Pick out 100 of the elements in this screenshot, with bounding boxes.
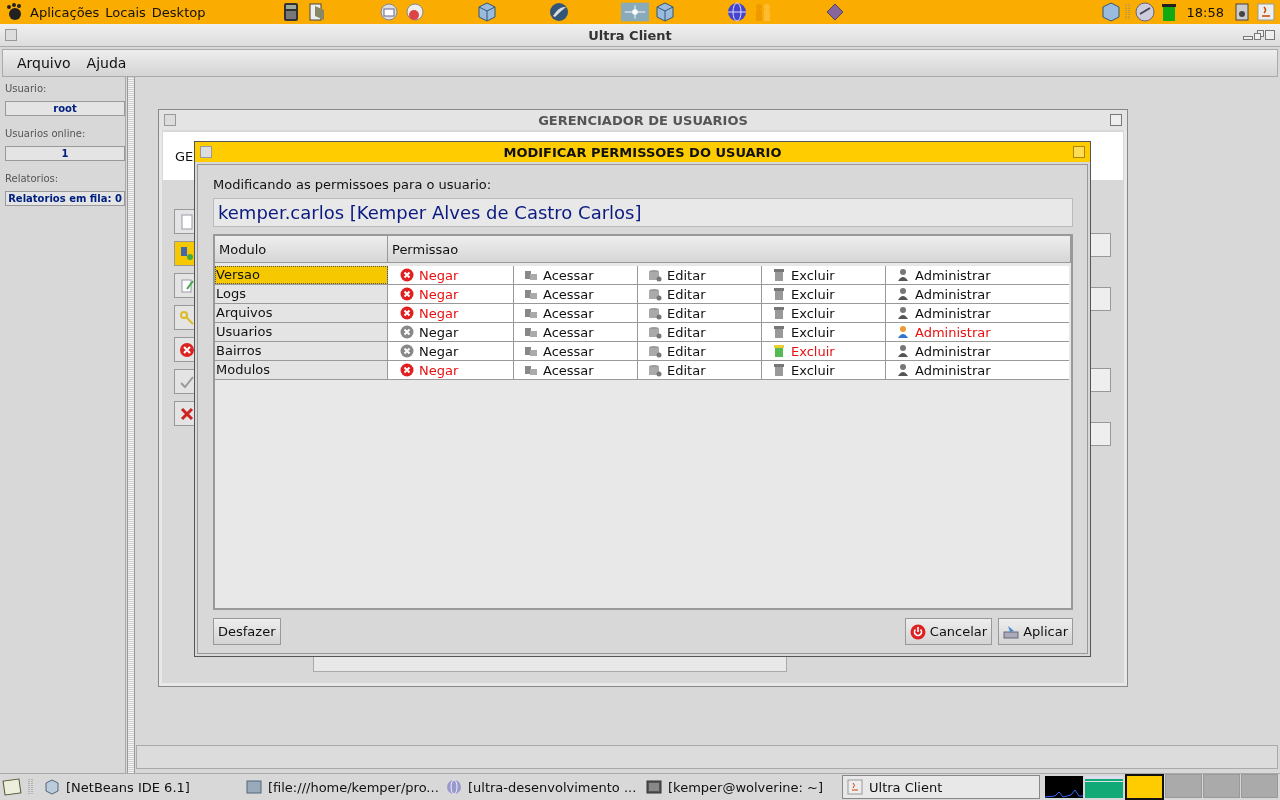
permission-option[interactable]: Excluir bbox=[772, 304, 886, 322]
permission-option[interactable]: Negar bbox=[400, 342, 514, 360]
cube-icon[interactable] bbox=[1100, 2, 1121, 22]
permission-option[interactable]: Administrar bbox=[896, 266, 1009, 284]
person-icon bbox=[896, 325, 910, 339]
cross-icon bbox=[179, 405, 195, 422]
taskbar-item[interactable]: [ultra-desenvolvimento ... bbox=[442, 775, 640, 799]
trash-icon bbox=[772, 344, 786, 358]
permission-option[interactable]: Acessar bbox=[524, 323, 638, 341]
column-header[interactable]: Modulo bbox=[215, 236, 388, 262]
bird-icon[interactable] bbox=[549, 2, 570, 22]
permission-option[interactable]: Negar bbox=[400, 304, 514, 322]
window-title: GERENCIADOR DE USUARIOS bbox=[537, 112, 749, 128]
table-cell[interactable]: Bairros bbox=[215, 342, 388, 360]
foot-icon[interactable] bbox=[4, 2, 24, 22]
permission-option[interactable]: Editar bbox=[648, 342, 762, 360]
speaker-icon[interactable] bbox=[1232, 2, 1252, 22]
table-cell[interactable]: Arquivos bbox=[215, 304, 388, 322]
cube-icon[interactable] bbox=[655, 2, 676, 22]
prompt-text: Modificando as permissoes para o usuario: bbox=[213, 177, 493, 192]
maximize-icon[interactable] bbox=[1110, 114, 1122, 126]
table-cell[interactable]: Logs bbox=[215, 285, 388, 303]
globe-icon bbox=[446, 779, 462, 795]
permission-option[interactable]: Negar bbox=[400, 285, 514, 303]
person-icon bbox=[896, 287, 910, 301]
clock[interactable]: 18:58 bbox=[1186, 4, 1224, 20]
computer-icon bbox=[524, 363, 538, 377]
monitor-icon[interactable] bbox=[1134, 2, 1155, 22]
permission-option[interactable]: Editar bbox=[648, 323, 762, 341]
disc-icon[interactable] bbox=[405, 2, 426, 22]
x-circle-icon bbox=[179, 341, 195, 358]
sidebar-label: Relatorios: bbox=[5, 173, 60, 186]
sidebar-label: Usuarios online: bbox=[5, 128, 87, 141]
table-cell[interactable]: Versao bbox=[215, 266, 388, 284]
permission-option[interactable]: Acessar bbox=[524, 266, 638, 284]
computer-icon bbox=[524, 306, 538, 320]
dialog-button[interactable]: Aplicar bbox=[998, 618, 1073, 645]
dialog-button[interactable]: Desfazer bbox=[213, 618, 281, 645]
tray-icon bbox=[1003, 623, 1020, 640]
restore-icon[interactable] bbox=[1254, 30, 1264, 40]
menu-item[interactable]: Arquivo bbox=[11, 55, 77, 71]
permission-option[interactable]: Negar bbox=[400, 323, 514, 341]
power-icon bbox=[909, 623, 926, 640]
permission-option[interactable]: Acessar bbox=[524, 304, 638, 322]
permission-option[interactable]: Acessar bbox=[524, 361, 638, 379]
panel-menu[interactable]: Aplicações bbox=[30, 4, 100, 20]
maximize-icon[interactable] bbox=[1073, 146, 1085, 158]
permission-option[interactable]: Excluir bbox=[772, 323, 886, 341]
taskbar-item[interactable]: Ultra Client bbox=[842, 775, 1040, 799]
edit-icon bbox=[179, 277, 195, 294]
permission-option[interactable]: Negar bbox=[400, 361, 514, 379]
workspace-button[interactable] bbox=[1125, 774, 1164, 800]
sidebar-value: root bbox=[5, 101, 125, 116]
permission-option[interactable]: Negar bbox=[400, 266, 514, 284]
panel-menu[interactable]: Locais bbox=[105, 4, 146, 20]
computer-icon bbox=[524, 344, 538, 358]
permission-option[interactable]: Excluir bbox=[772, 285, 886, 303]
maximize-icon[interactable] bbox=[1265, 30, 1275, 40]
panel-menu[interactable]: Desktop bbox=[151, 4, 206, 20]
sidebar-value: 1 bbox=[5, 146, 125, 161]
permission-option[interactable]: Administrar bbox=[896, 342, 1009, 360]
table-cell[interactable]: Usuarios bbox=[215, 323, 388, 341]
meter-drawing bbox=[1085, 776, 1123, 798]
sidebar-label: Usuario: bbox=[5, 83, 48, 96]
permission-option[interactable]: Administrar bbox=[896, 361, 1009, 379]
permission-option[interactable]: Editar bbox=[648, 285, 762, 303]
permission-option[interactable]: Administrar bbox=[896, 304, 1009, 322]
table-cell[interactable]: Modulos bbox=[215, 361, 388, 379]
person-icon bbox=[896, 268, 910, 282]
desktop-icon[interactable] bbox=[2, 777, 22, 797]
permission-option[interactable]: Acessar bbox=[524, 285, 638, 303]
computer-icon bbox=[524, 287, 538, 301]
network-icon[interactable] bbox=[621, 2, 650, 22]
taskbar-item[interactable]: [NetBeans IDE 6.1] bbox=[40, 775, 240, 799]
cube-icon bbox=[44, 779, 60, 795]
computer-icon bbox=[524, 325, 538, 339]
diamond-icon[interactable] bbox=[825, 2, 846, 22]
cube-icon[interactable] bbox=[477, 2, 498, 22]
handle-icon bbox=[1124, 2, 1131, 22]
permission-option[interactable]: Editar bbox=[648, 361, 762, 379]
permission-option[interactable]: Excluir bbox=[772, 342, 886, 360]
permission-option[interactable]: Acessar bbox=[524, 342, 638, 360]
splitter-handle[interactable] bbox=[127, 77, 135, 773]
permission-option[interactable]: Administrar bbox=[896, 285, 1009, 303]
taskbar-item[interactable]: [file:///home/kemper/pro... bbox=[242, 775, 440, 799]
taskbar-item[interactable]: [kemper@wolverine: ~] bbox=[642, 775, 840, 799]
terminal-icon bbox=[646, 779, 662, 795]
permission-option[interactable]: Excluir bbox=[772, 361, 886, 379]
person-icon bbox=[896, 363, 910, 377]
permission-option[interactable]: Administrar bbox=[896, 323, 1009, 341]
user-field: kemper.carlos [Kemper Alves de Castro Carlos] bbox=[213, 198, 1073, 227]
dialog-button[interactable]: Cancelar bbox=[904, 618, 993, 645]
permission-option[interactable]: Editar bbox=[648, 304, 762, 322]
menu-item[interactable]: Ajuda bbox=[80, 55, 133, 71]
globe-icon[interactable] bbox=[727, 2, 748, 22]
permission-option[interactable]: Excluir bbox=[772, 266, 886, 284]
document-icon bbox=[179, 213, 195, 230]
column-header[interactable]: Permissao bbox=[388, 236, 1071, 262]
permission-option[interactable]: Editar bbox=[648, 266, 762, 284]
header-text: GE bbox=[175, 148, 194, 164]
